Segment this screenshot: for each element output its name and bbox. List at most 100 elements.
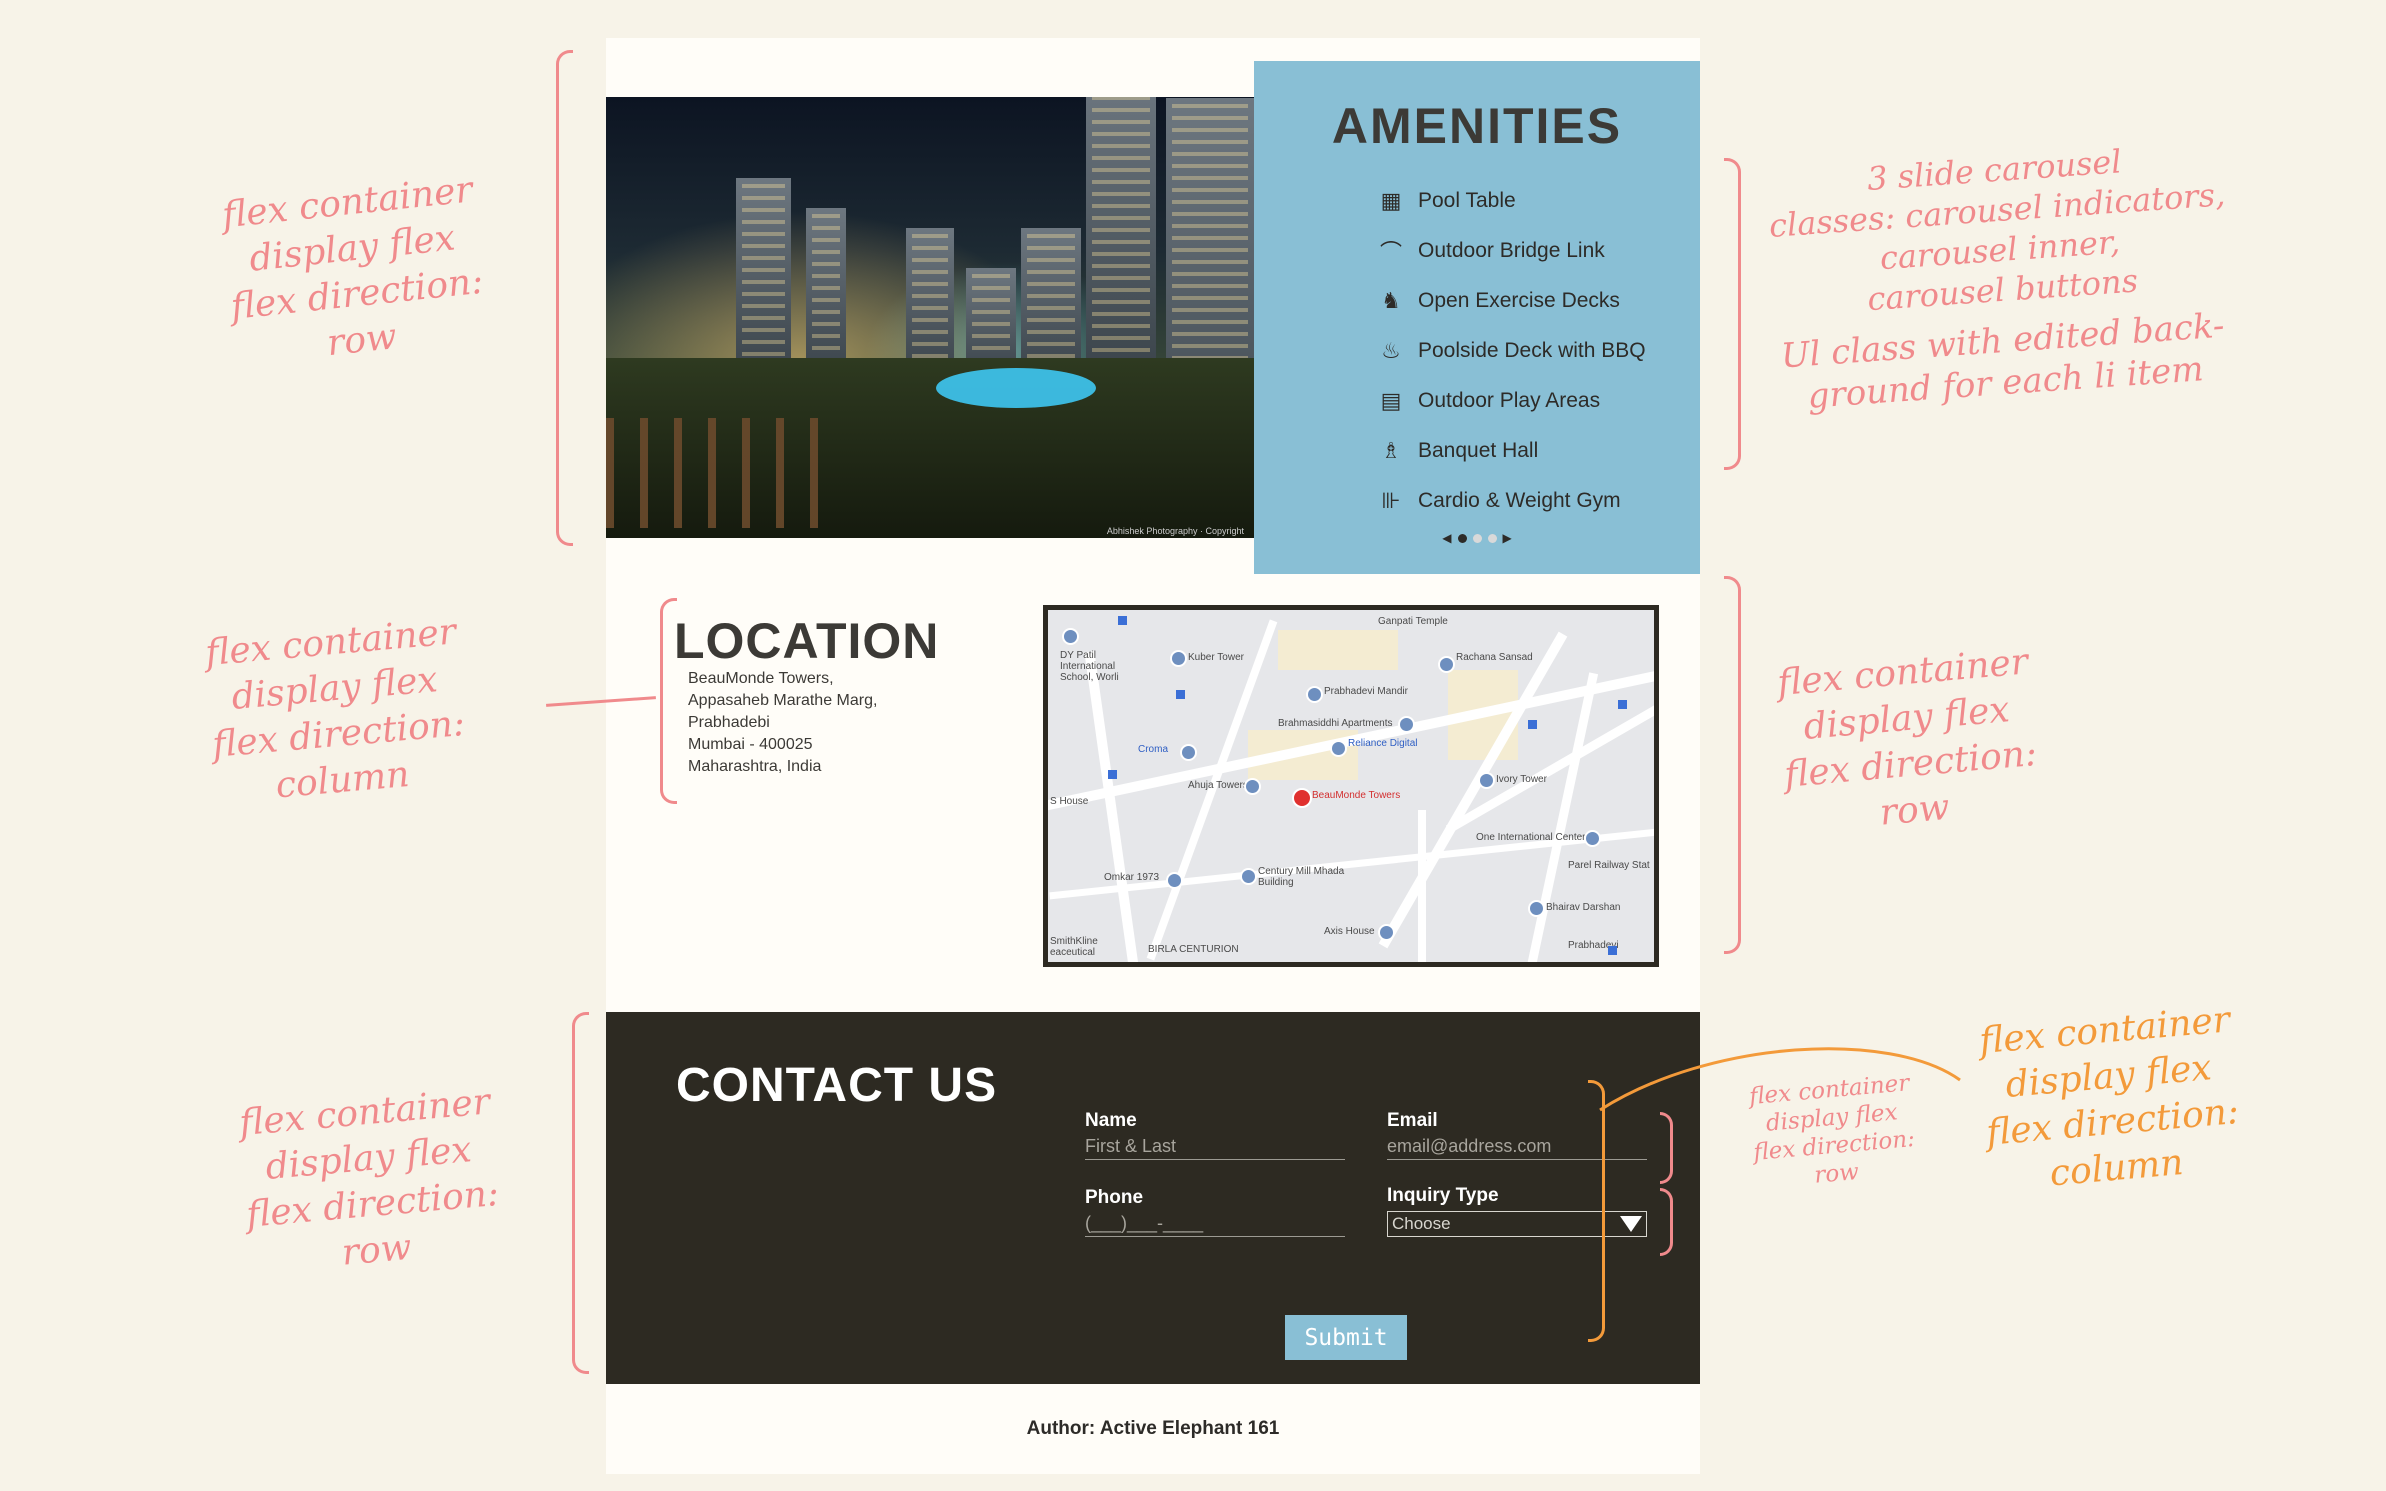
hero-photo: Abhishek Photography · Copyright bbox=[606, 97, 1254, 538]
map-pin bbox=[1244, 778, 1261, 795]
amenity-item: ♞ Open Exercise Decks bbox=[1376, 276, 1646, 326]
map-pin bbox=[1528, 900, 1545, 917]
bbq-icon: ♨ bbox=[1381, 338, 1401, 363]
map-road bbox=[1526, 672, 1599, 962]
dumbbell-icon: ⊪ bbox=[1381, 488, 1401, 513]
map-label: Ivory Tower bbox=[1496, 774, 1547, 785]
amenity-item: ⊪ Cardio & Weight Gym bbox=[1376, 476, 1646, 526]
map-pin bbox=[1170, 650, 1187, 667]
annotation-carousel: 3 slide carousel classes: carousel indica… bbox=[1767, 142, 2227, 319]
carousel-indicator-1[interactable] bbox=[1457, 533, 1467, 543]
carousel-indicator-2[interactable] bbox=[1472, 533, 1482, 543]
annotation-brace bbox=[556, 50, 573, 546]
annotation-contact-left: flex container display flex flex direction… bbox=[237, 1081, 501, 1274]
map-pin bbox=[1398, 716, 1415, 733]
amenities-title: AMENITIES bbox=[1331, 98, 1623, 154]
annotation-location-left: flex container display flex flex direction… bbox=[203, 611, 467, 807]
map-marker-label: BeauMonde Towers bbox=[1312, 790, 1401, 801]
location-title: LOCATION bbox=[674, 613, 940, 669]
map-poi bbox=[1176, 690, 1185, 699]
amenity-item: ⌒ Outdoor Bridge Link bbox=[1376, 226, 1646, 276]
address-line: Appasaheb Marathe Marg, bbox=[688, 692, 878, 709]
location-map[interactable]: Ganpati Temple DY Patil International Sc… bbox=[1043, 605, 1659, 967]
annotation-brace bbox=[1724, 576, 1741, 954]
photo-credit: Abhishek Photography · Copyright bbox=[1106, 526, 1244, 536]
map-label: Omkar 1973 bbox=[1104, 872, 1160, 883]
map-label: DY Patil International School, Worli bbox=[1060, 650, 1119, 683]
map-label: Rachana Sansad bbox=[1456, 652, 1533, 663]
pool-table-icon: ▦ bbox=[1380, 188, 1402, 213]
contact-section: CONTACT US Name Email Phone Inquiry Type… bbox=[606, 1012, 1700, 1384]
annotation-brace bbox=[1724, 158, 1741, 470]
phone-field: Phone bbox=[1085, 1187, 1345, 1237]
annotation-form-column: flex container display flex flex direction… bbox=[1977, 999, 2241, 1195]
annotation-brace bbox=[660, 598, 677, 804]
inquiry-field: Inquiry Type Choose bbox=[1387, 1185, 1647, 1237]
bridge-icon: ⌒ bbox=[1379, 240, 1402, 265]
submit-button[interactable]: Submit bbox=[1285, 1315, 1407, 1360]
annotation-orange-curve bbox=[1599, 1047, 1961, 1112]
map-label: Croma bbox=[1138, 744, 1169, 755]
footer-author: Author: Active Elephant 161 bbox=[1026, 1418, 1280, 1439]
annotation-orange-arrow bbox=[1599, 1047, 1961, 1112]
map-pin bbox=[1478, 772, 1495, 789]
amenity-label: Banquet Hall bbox=[1418, 439, 1539, 462]
map-pin bbox=[1438, 656, 1455, 673]
name-label: Name bbox=[1085, 1110, 1137, 1131]
map-label: Kuber Tower bbox=[1188, 652, 1244, 663]
map-label: SmithKline eaceutical bbox=[1050, 936, 1098, 958]
carousel-indicator-3[interactable] bbox=[1487, 533, 1497, 543]
phone-input[interactable] bbox=[1085, 1209, 1345, 1237]
inquiry-select[interactable]: Choose bbox=[1387, 1211, 1647, 1237]
pergola bbox=[606, 418, 836, 528]
exercise-icon: ♞ bbox=[1381, 288, 1401, 313]
building bbox=[1086, 97, 1156, 378]
inquiry-selected-value: Choose bbox=[1392, 1214, 1451, 1233]
map-pin bbox=[1166, 872, 1183, 889]
map-label: Ahuja Towers bbox=[1188, 780, 1248, 791]
building bbox=[906, 228, 954, 378]
map-label: Century Mill Mhada Building bbox=[1258, 866, 1345, 888]
map-label: Parel Railway Stat bbox=[1568, 860, 1650, 871]
amenity-label: Poolside Deck with BBQ bbox=[1418, 339, 1646, 362]
map-road bbox=[1418, 810, 1426, 962]
map-label: Reliance Digital bbox=[1348, 738, 1418, 749]
carousel-next-button[interactable]: ▶ bbox=[1503, 531, 1512, 545]
map-label: Bhairav Darshan bbox=[1546, 902, 1621, 913]
phone-label: Phone bbox=[1085, 1187, 1144, 1208]
map-label: Ganpati Temple bbox=[1378, 616, 1448, 627]
address-line: BeauMonde Towers, bbox=[688, 670, 834, 687]
building bbox=[736, 178, 791, 378]
annotation-location-right: flex container display flex flex direction… bbox=[1775, 641, 2039, 834]
map-pin bbox=[1180, 744, 1197, 761]
map-label: BIRLA CENTURION bbox=[1148, 944, 1239, 955]
amenity-item: ▦ Pool Table bbox=[1376, 176, 1646, 226]
pool bbox=[936, 368, 1096, 408]
name-field: Name bbox=[1085, 1110, 1345, 1160]
map-poi bbox=[1108, 770, 1117, 779]
annotation-brace bbox=[572, 1012, 589, 1374]
amenity-item: ♗ Banquet Hall bbox=[1376, 426, 1646, 476]
amenity-label: Open Exercise Decks bbox=[1418, 289, 1620, 312]
beaumonde-marker-icon[interactable] bbox=[1292, 788, 1312, 808]
amenities-list: ▦ Pool Table ⌒ Outdoor Bridge Link ♞ Open E… bbox=[1376, 176, 1646, 526]
address-line: Prabhadebi bbox=[688, 714, 770, 731]
amenity-item: ♨ Poolside Deck with BBQ bbox=[1376, 326, 1646, 376]
annotation-ul-class: Ul class with edited back-ground for eac… bbox=[1779, 305, 2226, 417]
play-area-icon: ▤ bbox=[1380, 388, 1402, 413]
map-pin bbox=[1062, 628, 1079, 645]
map-pin bbox=[1306, 686, 1323, 703]
carousel-prev-button[interactable]: ◀ bbox=[1442, 531, 1451, 545]
building bbox=[1021, 228, 1081, 378]
location-address: BeauMonde Towers, Appasaheb Marathe Marg… bbox=[688, 668, 877, 778]
banquet-icon: ♗ bbox=[1381, 438, 1401, 463]
map-road bbox=[1084, 650, 1142, 962]
amenity-label: Outdoor Bridge Link bbox=[1418, 239, 1605, 262]
map-label: Brahmasiddhi Apartments bbox=[1278, 718, 1393, 729]
annotation-brace bbox=[1660, 1188, 1673, 1256]
contact-title: CONTACT US bbox=[676, 1059, 998, 1112]
map-poi bbox=[1528, 720, 1537, 729]
amenity-item: ▤ Outdoor Play Areas bbox=[1376, 376, 1646, 426]
name-input[interactable] bbox=[1085, 1132, 1345, 1160]
map-poi bbox=[1118, 616, 1127, 625]
